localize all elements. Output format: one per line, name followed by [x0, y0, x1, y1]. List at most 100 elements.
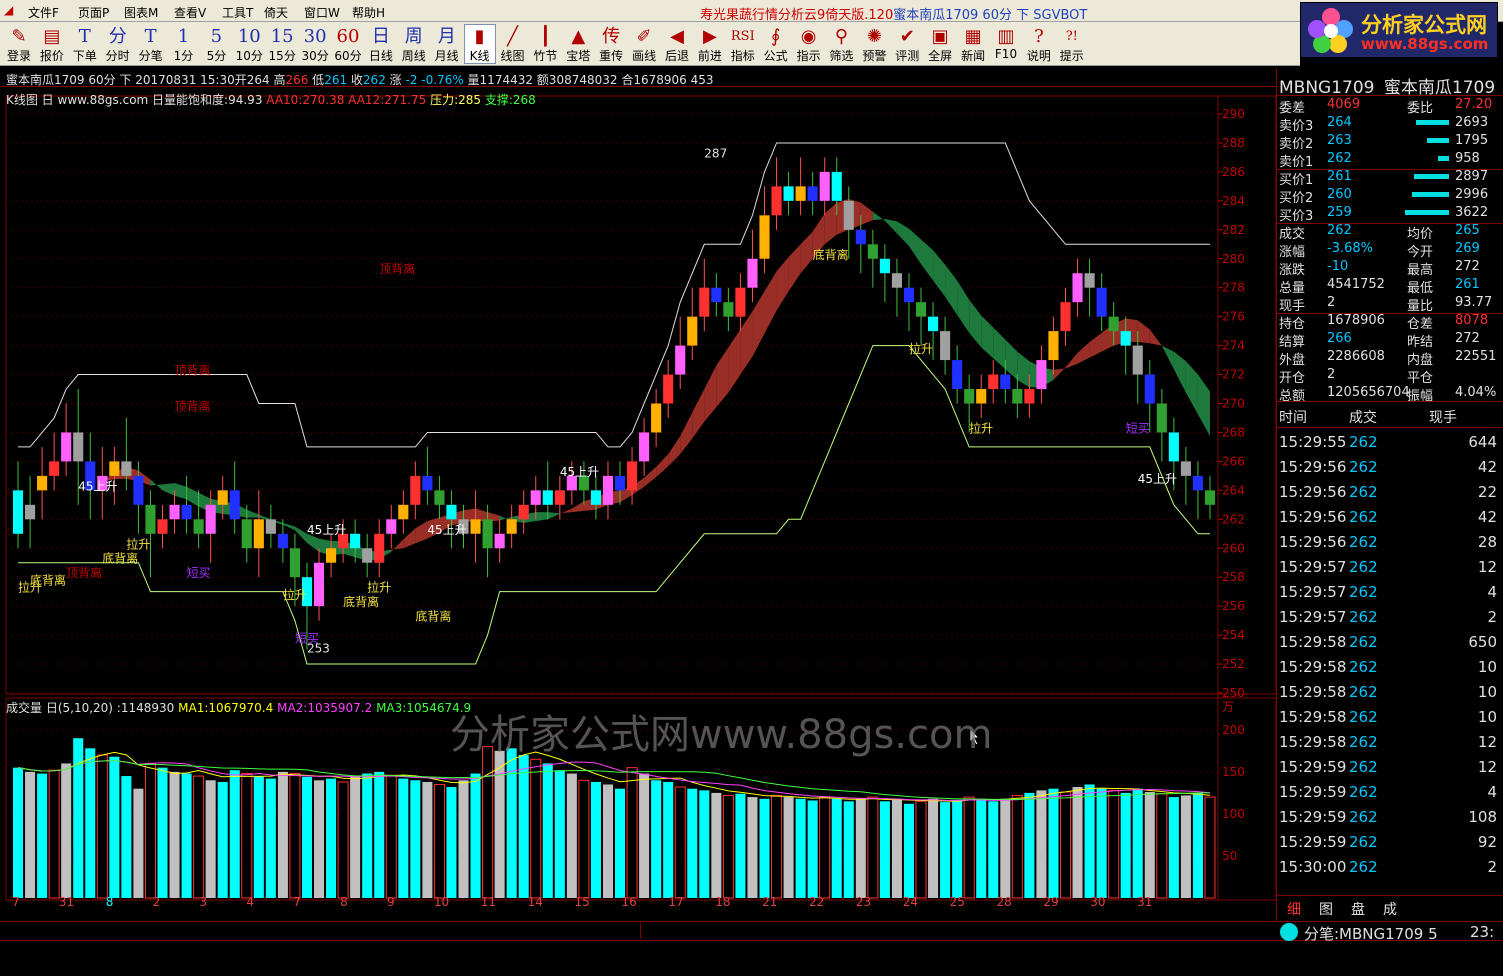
- volume-bar[interactable]: [566, 773, 577, 898]
- volume-bar[interactable]: [229, 770, 240, 898]
- volume-bar[interactable]: [988, 801, 999, 898]
- candle-body[interactable]: [735, 287, 746, 317]
- menu-item-3[interactable]: 查看V: [174, 4, 206, 21]
- volume-bar[interactable]: [651, 780, 662, 898]
- candle-body[interactable]: [422, 475, 433, 491]
- volume-bar[interactable]: [169, 771, 180, 898]
- volume-bar[interactable]: [37, 773, 48, 898]
- candle-body[interactable]: [1048, 331, 1059, 361]
- candle-body[interactable]: [326, 548, 337, 563]
- volume-bar[interactable]: [903, 803, 914, 898]
- candle-body[interactable]: [1204, 490, 1216, 505]
- volume-bar[interactable]: [687, 788, 698, 898]
- candle-body[interactable]: [843, 200, 854, 230]
- volume-bar[interactable]: [61, 763, 72, 898]
- volume-bar[interactable]: [783, 797, 794, 898]
- chart-area[interactable]: 290 288 286 284 282 280 278 276 274 272 270 268 266 2…: [0, 88, 1277, 909]
- candle-body[interactable]: [1180, 461, 1191, 476]
- candle-body[interactable]: [446, 504, 457, 520]
- volume-bar[interactable]: [133, 788, 144, 898]
- candle-body[interactable]: [61, 432, 72, 462]
- volume-bar[interactable]: [1072, 787, 1083, 898]
- candle-body[interactable]: [819, 171, 830, 201]
- volume-bar[interactable]: [157, 767, 168, 898]
- volume-bar[interactable]: [446, 787, 457, 898]
- quote-tab-0[interactable]: 细: [1287, 899, 1301, 919]
- candle-body[interactable]: [205, 504, 216, 534]
- candle-body[interactable]: [506, 519, 517, 534]
- volume-bar[interactable]: [843, 801, 854, 898]
- volume-bar[interactable]: [48, 769, 60, 899]
- quote-tab-3[interactable]: 成: [1383, 899, 1397, 919]
- candle-body[interactable]: [25, 504, 36, 520]
- candle-body[interactable]: [530, 490, 541, 505]
- volume-bar[interactable]: [253, 776, 264, 898]
- volume-bar[interactable]: [1156, 793, 1168, 899]
- candle-body[interactable]: [121, 461, 132, 476]
- volume-bar[interactable]: [747, 797, 758, 898]
- volume-bar[interactable]: [940, 802, 951, 898]
- menu-item-6[interactable]: 窗口W: [304, 4, 340, 21]
- candle-body[interactable]: [1192, 475, 1203, 491]
- volume-bar[interactable]: [590, 781, 601, 898]
- volume-bar[interactable]: [1180, 795, 1191, 898]
- menu-item-7[interactable]: 帮助H: [352, 4, 385, 21]
- volume-bar[interactable]: [602, 784, 613, 898]
- volume-bar[interactable]: [554, 770, 565, 898]
- volume-bar[interactable]: [735, 793, 746, 898]
- candle-body[interactable]: [1168, 432, 1179, 462]
- candle-body[interactable]: [651, 403, 662, 433]
- candle-body[interactable]: [169, 504, 180, 520]
- candle-body[interactable]: [795, 186, 806, 201]
- candle-body[interactable]: [867, 244, 878, 259]
- candle-body[interactable]: [494, 533, 505, 549]
- candle-body[interactable]: [265, 519, 276, 534]
- volume-bar[interactable]: [1144, 792, 1155, 898]
- volume-bar[interactable]: [109, 756, 120, 898]
- candle-body[interactable]: [590, 490, 601, 505]
- candle-body[interactable]: [181, 504, 192, 520]
- candle-body[interactable]: [952, 360, 963, 390]
- volume-bar[interactable]: [952, 800, 963, 898]
- volume-bar[interactable]: [879, 801, 890, 898]
- quote-tab-1[interactable]: 图: [1319, 899, 1333, 919]
- volume-bar[interactable]: [711, 792, 722, 898]
- candle-body[interactable]: [663, 374, 674, 404]
- candle-body[interactable]: [964, 389, 975, 404]
- volume-bar[interactable]: [289, 773, 301, 899]
- candle-body[interactable]: [518, 504, 529, 520]
- volume-bar[interactable]: [663, 781, 674, 898]
- menu-item-1[interactable]: 页面P: [78, 4, 109, 21]
- volume-bar[interactable]: [422, 781, 433, 898]
- candle-body[interactable]: [386, 519, 397, 534]
- volume-bar[interactable]: [819, 796, 831, 899]
- volume-bar[interactable]: [205, 780, 216, 898]
- volume-bar[interactable]: [410, 780, 421, 898]
- candle-body[interactable]: [891, 273, 902, 288]
- menu-item-5[interactable]: 倚天: [264, 4, 288, 21]
- candle-body[interactable]: [627, 461, 638, 491]
- candle-body[interactable]: [482, 519, 493, 549]
- candle-body[interactable]: [49, 461, 60, 476]
- book-price[interactable]: 263: [1327, 133, 1352, 148]
- volume-bar[interactable]: [482, 746, 494, 899]
- candle-body[interactable]: [554, 490, 565, 505]
- candle-body[interactable]: [1024, 389, 1035, 404]
- volume-bar[interactable]: [530, 758, 542, 899]
- volume-bar[interactable]: [277, 771, 288, 898]
- candle-body[interactable]: [1096, 287, 1107, 317]
- book-price[interactable]: 262: [1327, 151, 1352, 166]
- candle-body[interactable]: [988, 374, 999, 390]
- volume-bar[interactable]: [578, 779, 590, 899]
- menu-item-0[interactable]: 文件F: [28, 4, 59, 21]
- candle-body[interactable]: [940, 331, 951, 361]
- volume-bar[interactable]: [867, 796, 879, 899]
- candle-body[interactable]: [1084, 273, 1095, 288]
- volume-bar[interactable]: [25, 771, 36, 898]
- book-price[interactable]: 264: [1327, 115, 1352, 130]
- candle-body[interactable]: [133, 475, 144, 505]
- candle-body[interactable]: [687, 316, 698, 346]
- candle-body[interactable]: [783, 186, 794, 201]
- quote-tab-2[interactable]: 盘: [1351, 899, 1365, 919]
- volume-bar[interactable]: [1048, 788, 1059, 898]
